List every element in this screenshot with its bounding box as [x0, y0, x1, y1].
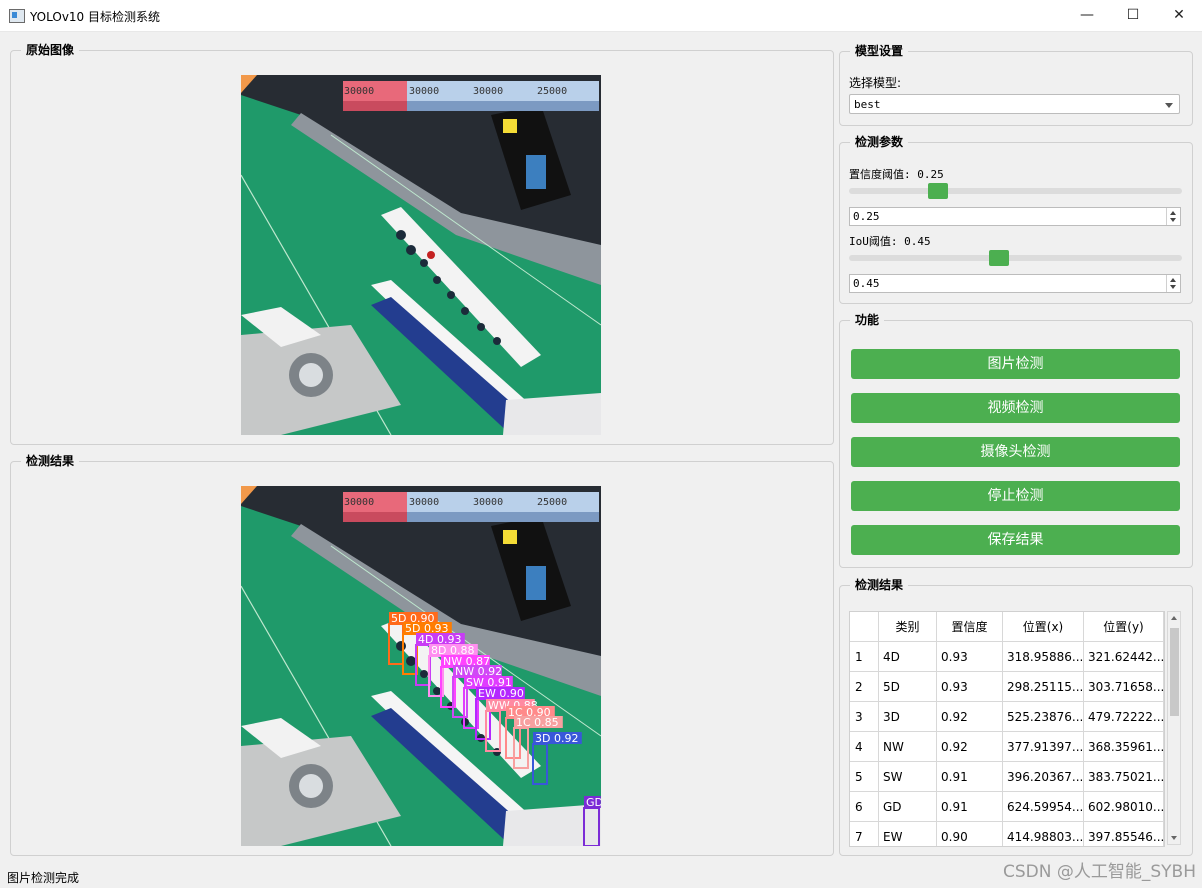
table-cell[interactable]: 624.59954... [1003, 792, 1084, 822]
watermark: CSDN @人工智能_SYBH [1003, 862, 1196, 882]
title-bar: YOLOv10 目标检测系统 — ☐ ✕ [0, 0, 1202, 32]
results-table[interactable]: 类别 置信度 位置(x) 位置(y) 1 4D 0.93 318.95886... 32… [849, 611, 1165, 847]
model-select-value: best [854, 98, 881, 111]
score-label: 30000 [473, 497, 503, 508]
detect-params-title: 检测参数 [850, 133, 909, 150]
score-label: 30000 [344, 497, 374, 508]
save-results-button[interactable]: 保存结果 [851, 525, 1180, 555]
table-cell[interactable]: 383.75021... [1084, 762, 1164, 792]
score-label: 25000 [537, 497, 567, 508]
window-title: YOLOv10 目标检测系统 [30, 10, 161, 24]
scroll-up-icon[interactable] [1171, 616, 1177, 620]
row-header[interactable]: 6 [850, 792, 879, 822]
score-label: 30000 [409, 86, 439, 97]
table-cell[interactable]: 4D [879, 642, 937, 672]
table-cell[interactable]: 479.72222... [1084, 702, 1164, 732]
spin-up-icon[interactable] [1170, 211, 1176, 215]
conf-slider-handle[interactable] [927, 183, 948, 199]
results-title: 检测结果 [850, 576, 909, 593]
close-button[interactable]: ✕ [1156, 0, 1202, 31]
table-cell[interactable]: 298.25115... [1003, 672, 1084, 702]
status-bar-text: 图片检测完成 [7, 871, 80, 885]
original-image: 30000 30000 30000 25000 [241, 75, 601, 435]
video-detect-button[interactable]: 视频检测 [851, 393, 1180, 423]
detection-label: 3D 0.92 [535, 732, 578, 745]
table-cell[interactable]: NW [879, 732, 937, 762]
table-cell[interactable]: GD [879, 792, 937, 822]
score-label: 30000 [344, 86, 374, 97]
result-image: 30000 30000 30000 25000 5D 0.90 5D 0.93 4D… [241, 486, 601, 846]
original-image-title: 原始图像 [21, 41, 80, 58]
chevron-down-icon[interactable] [1165, 103, 1173, 108]
table-corner [850, 612, 879, 642]
detection-label: 1C 0.85 [516, 716, 559, 729]
result-scene: 30000 30000 30000 25000 5D 0.905D 0.934D… [241, 486, 601, 846]
spin-up-icon[interactable] [1170, 278, 1176, 282]
iou-slider-handle[interactable] [989, 250, 1010, 266]
row-header[interactable]: 1 [850, 642, 879, 672]
score-label: 30000 [409, 497, 439, 508]
table-cell[interactable]: 5D [879, 672, 937, 702]
table-cell[interactable]: 397.85546... [1084, 822, 1164, 846]
table-scrollbar[interactable] [1167, 611, 1181, 845]
table-cell[interactable]: 525.23876... [1003, 702, 1084, 732]
camera-detect-button[interactable]: 摄像头检测 [851, 437, 1180, 467]
iou-threshold-value: 0.45 [853, 277, 880, 290]
table-cell[interactable]: 303.71658... [1084, 672, 1164, 702]
model-select[interactable]: best [849, 94, 1180, 114]
result-image-title: 检测结果 [21, 452, 80, 469]
table-cell[interactable]: 377.91397... [1003, 732, 1084, 762]
table-cell[interactable]: 0.90 [937, 822, 1003, 846]
spin-down-icon[interactable] [1170, 285, 1176, 289]
column-header[interactable]: 位置(y) [1084, 612, 1164, 642]
table-cell[interactable]: 396.20367... [1003, 762, 1084, 792]
column-header[interactable]: 置信度 [937, 612, 1003, 642]
table-cell[interactable]: 602.98010... [1084, 792, 1164, 822]
column-header[interactable]: 位置(x) [1003, 612, 1084, 642]
table-cell[interactable]: 368.35961... [1084, 732, 1164, 762]
functions-title: 功能 [850, 311, 885, 328]
score-label: 30000 [473, 86, 503, 97]
original-scene: 30000 30000 30000 25000 [241, 75, 601, 435]
table-cell[interactable]: 3D [879, 702, 937, 732]
table-cell[interactable]: 414.98803... [1003, 822, 1084, 846]
conf-threshold-label: 置信度阈值: 0.25 [849, 168, 944, 181]
column-header[interactable]: 类别 [879, 612, 937, 642]
minimize-button[interactable]: — [1064, 0, 1110, 31]
row-header[interactable]: 3 [850, 702, 879, 732]
image-detect-button[interactable]: 图片检测 [851, 349, 1180, 379]
detection-label: GD [586, 796, 601, 809]
table-cell[interactable]: 318.95886... [1003, 642, 1084, 672]
table-cell[interactable]: 321.62442... [1084, 642, 1164, 672]
score-label: 25000 [537, 86, 567, 97]
model-select-label: 选择模型: [849, 76, 902, 90]
table-cell[interactable]: 0.93 [937, 672, 1003, 702]
row-header[interactable]: 4 [850, 732, 879, 762]
conf-threshold-value: 0.25 [853, 210, 880, 223]
table-cell[interactable]: 0.93 [937, 642, 1003, 672]
app-icon [9, 9, 25, 23]
scrollbar-thumb[interactable] [1170, 628, 1179, 716]
model-settings-title: 模型设置 [850, 42, 909, 59]
iou-threshold-slider[interactable] [849, 250, 1182, 266]
spin-down-icon[interactable] [1170, 218, 1176, 222]
row-header[interactable]: 2 [850, 672, 879, 702]
table-cell[interactable]: 0.91 [937, 762, 1003, 792]
table-cell[interactable]: SW [879, 762, 937, 792]
table-cell[interactable]: 0.91 [937, 792, 1003, 822]
maximize-button[interactable]: ☐ [1110, 0, 1156, 31]
table-cell[interactable]: EW [879, 822, 937, 846]
stop-detect-button[interactable]: 停止检测 [851, 481, 1180, 511]
table-cell[interactable]: 0.92 [937, 732, 1003, 762]
row-header[interactable]: 7 [850, 822, 879, 846]
table-cell[interactable]: 0.92 [937, 702, 1003, 732]
iou-threshold-spinbox[interactable]: 0.45 [849, 274, 1181, 293]
conf-threshold-slider[interactable] [849, 183, 1182, 199]
iou-threshold-label: IoU阈值: 0.45 [849, 235, 931, 248]
scroll-down-icon[interactable] [1171, 836, 1177, 840]
conf-threshold-spinbox[interactable]: 0.25 [849, 207, 1181, 226]
row-header[interactable]: 5 [850, 762, 879, 792]
